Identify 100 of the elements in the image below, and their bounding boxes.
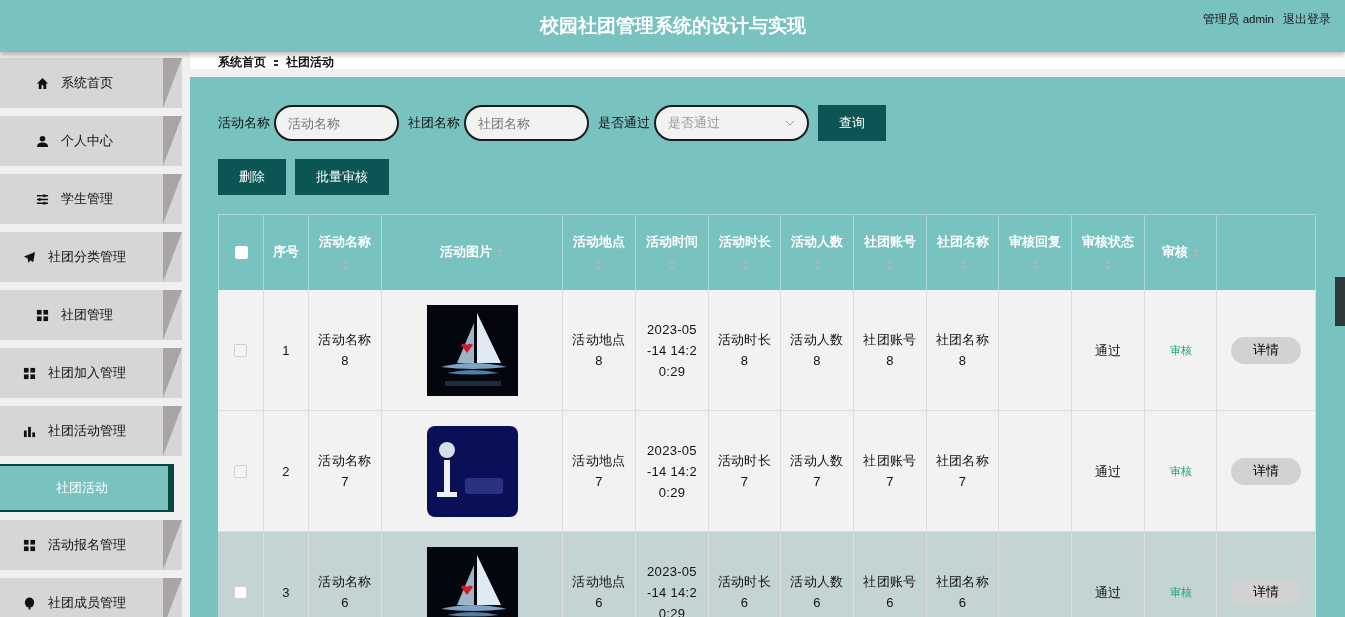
app-title: 校园社团管理系统的设计与实现 (539, 14, 806, 38)
row-checkbox[interactable] (234, 464, 247, 478)
table-cell-text: 活动地点8 (572, 331, 626, 370)
sidebar-item[interactable]: 个人中心 (0, 116, 182, 166)
table-cell-text: 2023-05-14 14:20:29 (645, 441, 699, 502)
table-cell-text: 活动名称7 (318, 452, 372, 491)
sort-icon[interactable] (341, 259, 349, 271)
sliders-icon (35, 192, 49, 206)
sidebar-item[interactable]: 系统首页 (0, 58, 182, 108)
logout-link[interactable]: 退出登录 (1283, 12, 1331, 27)
menu-label: 社团管理 (60, 306, 113, 324)
table-cell-text: 活动时长6 (717, 573, 772, 612)
menu-tab-edge (163, 290, 182, 340)
sort-icon[interactable] (496, 246, 504, 259)
table-cell-text: 社团账号6 (863, 573, 917, 612)
bar-chart-icon (22, 424, 36, 438)
menu-label: 个人中心 (60, 132, 113, 150)
grid-icon (22, 366, 36, 380)
action-button[interactable]: 批量审核 (295, 159, 389, 195)
sort-icon[interactable] (813, 259, 821, 271)
sidebar-item[interactable]: 学生管理 (0, 174, 182, 224)
menu-label: 社团成员管理 (47, 594, 126, 612)
table-cell-text: 社团名称6 (935, 573, 990, 612)
row-checkbox[interactable] (234, 585, 247, 599)
row-checkbox[interactable] (234, 343, 247, 357)
search-field[interactable]: 活动名称 (274, 105, 399, 141)
menu-tab-edge (163, 578, 182, 617)
column-header: 活动人数 (791, 234, 843, 251)
field-label: 是否通过 (598, 114, 650, 132)
table-cell-text: 活动人数6 (790, 573, 844, 612)
sort-icon[interactable] (958, 259, 967, 271)
menu-tab-edge (163, 348, 182, 398)
table-cell-text: 通过 (1094, 341, 1122, 360)
table-cell-text: 活动时长7 (717, 452, 772, 491)
user-label: 管理员 admin (1203, 12, 1274, 27)
breadcrumb-item[interactable]: 社团活动 (286, 56, 334, 69)
detail-button[interactable]: 详情 (1231, 578, 1301, 606)
home-icon (35, 76, 49, 90)
column-header: 社团名称 (936, 234, 989, 251)
table-cell-text: 活动人数8 (790, 331, 844, 370)
grid-icon (35, 308, 49, 322)
column-header: 社团账号 (864, 234, 916, 251)
detail-button[interactable]: 详情 (1231, 336, 1301, 364)
field-label: 活动名称 (218, 114, 270, 132)
table-cell-text: 社团名称8 (935, 331, 990, 370)
sidebar-item[interactable]: 社团分类管理 (0, 232, 182, 282)
select-all-checkbox[interactable] (234, 246, 248, 259)
column-header: 审核状态 (1082, 234, 1134, 251)
table-cell-text: 活动时长8 (717, 331, 772, 370)
table-cell-text: 活动名称6 (318, 573, 372, 612)
column-header: 活动地点 (573, 234, 625, 251)
sidebar-item[interactable]: 社团加入管理 (0, 348, 182, 398)
search-button[interactable]: 查询 (818, 105, 886, 141)
column-header: 活动时间 (646, 234, 698, 251)
table-cell-text: 2023-05-14 14:20:29 (645, 562, 699, 617)
balloon-icon (22, 596, 36, 610)
field-label: 社团名称 (408, 114, 460, 132)
table-cell-text: 2 (282, 462, 290, 481)
table-cell-text: 活动地点7 (572, 452, 626, 491)
column-header: 活动名称 (319, 234, 371, 251)
menu-label: 社团分类管理 (47, 248, 126, 266)
sort-icon[interactable] (595, 259, 603, 271)
side-tab[interactable] (1335, 277, 1345, 326)
table-cell-text: 1 (282, 341, 290, 360)
menu-label: 活动报名管理 (47, 536, 126, 554)
menu-tab-edge (163, 520, 182, 570)
table-cell-text: 活动人数7 (790, 452, 844, 491)
sidebar-item[interactable]: 社团成员管理 (0, 578, 182, 617)
sort-icon[interactable] (740, 259, 749, 271)
sort-icon[interactable] (1031, 259, 1039, 271)
menu-tab-edge (163, 232, 182, 282)
user-icon (35, 134, 49, 148)
table-cell-text: 通过 (1094, 462, 1122, 481)
detail-button[interactable]: 详情 (1231, 457, 1301, 485)
table-cell-text: 3 (282, 583, 290, 602)
sidebar-item[interactable]: 活动报名管理 (0, 520, 182, 570)
table-cell-text: 社团账号7 (863, 452, 917, 491)
sort-icon[interactable] (1191, 246, 1200, 259)
table-cell-text: 2023-05-14 14:20:29 (645, 320, 699, 381)
chevron-down-icon (785, 120, 795, 126)
menu-label: 学生管理 (60, 190, 113, 208)
sort-icon[interactable] (1104, 259, 1112, 271)
table-cell-text: 活动地点6 (572, 573, 626, 612)
table-cell-text: 社团账号8 (863, 331, 917, 370)
sort-icon[interactable] (668, 259, 676, 271)
column-header: 审核 (1161, 244, 1188, 261)
menu-tab-edge (163, 116, 182, 166)
action-button[interactable]: 删除 (218, 159, 286, 195)
menu-label: 系统首页 (60, 74, 113, 92)
sidebar-item[interactable]: 社团管理 (0, 290, 182, 340)
menu-label: 社团加入管理 (47, 364, 126, 382)
search-field[interactable]: 社团名称 (464, 105, 589, 141)
grid-icon (22, 538, 36, 552)
table-cell-text: 社团名称7 (935, 452, 990, 491)
column-header: 审核回复 (1009, 234, 1061, 251)
menu-tab-edge (163, 58, 182, 108)
menu-tab-edge (163, 174, 182, 224)
sort-icon[interactable] (886, 259, 894, 271)
sidebar-item[interactable]: 社团活动管理 (0, 406, 182, 456)
breadcrumb-item[interactable]: 系统首页 (218, 56, 266, 69)
